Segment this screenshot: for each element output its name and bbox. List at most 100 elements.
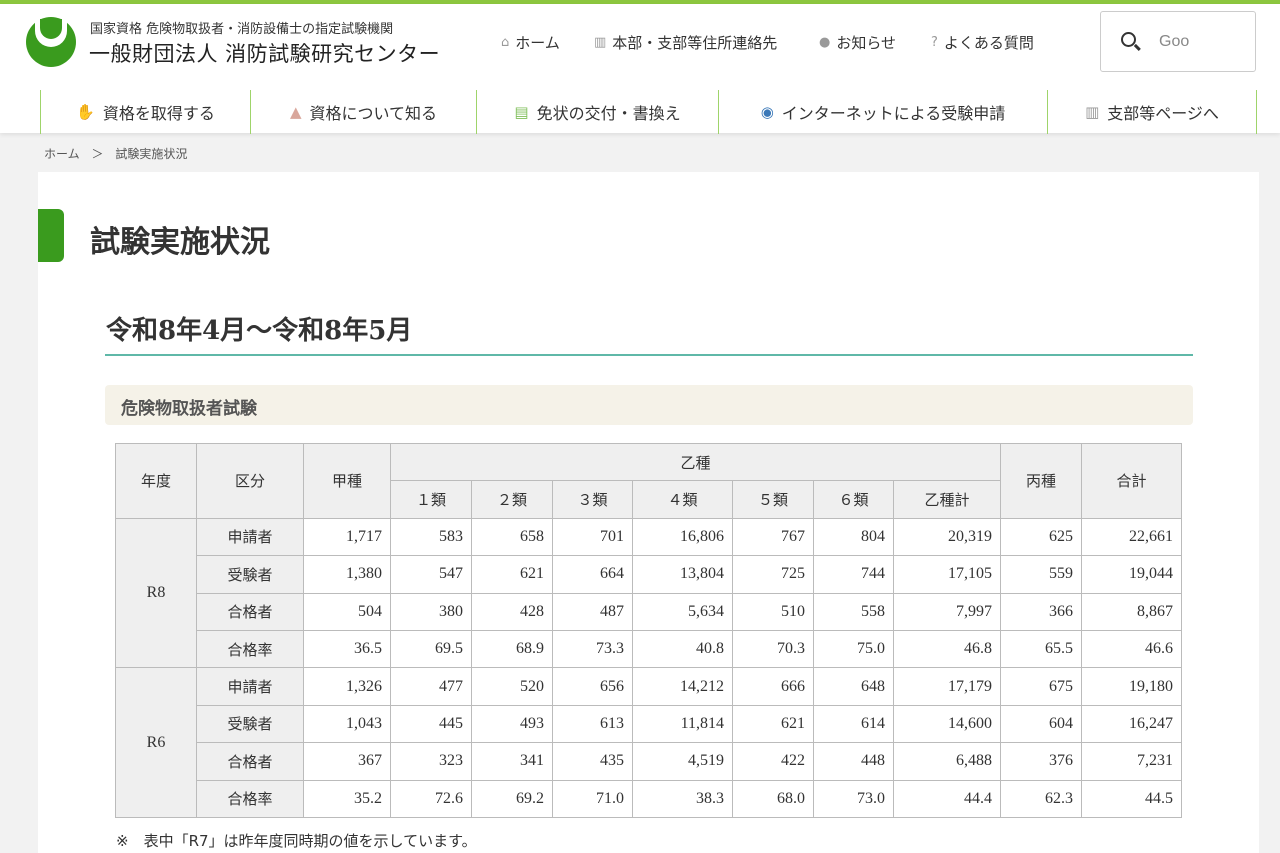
col-header-total: 合計 — [1081, 443, 1182, 519]
value-cell: 341 — [471, 742, 553, 781]
value-cell: 22,661 — [1081, 517, 1182, 557]
value-cell: 17,179 — [893, 667, 1001, 706]
table-row: 受験者 1,380 547 621 664 13,804 725 744 17,105 559 19… — [116, 555, 1182, 594]
gnav-item-license[interactable]: ▤ 免状の交付・書換え — [476, 90, 718, 134]
results-table: 年度 区分 甲種 乙種 丙種 合計 １類 ２類 ３類 ４類 ５類 ６類 乙種計 … — [115, 442, 1182, 818]
value-cell: 16,247 — [1081, 704, 1182, 744]
value-cell: 675 — [1000, 667, 1082, 706]
value-cell: 701 — [552, 517, 633, 557]
value-cell: 4,519 — [632, 742, 733, 781]
value-cell: 6,488 — [893, 742, 1001, 781]
col-header-otsu-2: ２類 — [471, 480, 553, 519]
value-cell: 5,634 — [632, 592, 733, 631]
table-row: R8 申請者 1,717 583 658 701 16,806 767 804 20,319 625… — [115, 517, 1182, 669]
value-cell: 70.3 — [732, 629, 814, 669]
gnav-item-acquire[interactable]: ✋ 資格を取得する — [40, 90, 250, 134]
table-row: 受験者 1,043 445 493 613 11,814 621 614 14,600 604 16… — [116, 704, 1182, 744]
people-icon: ▲ — [289, 103, 302, 121]
value-cell: 16,806 — [632, 517, 733, 557]
col-header-otsu-4: ４類 — [632, 480, 733, 519]
value-cell: 621 — [471, 555, 553, 594]
value-cell: 7,231 — [1081, 742, 1182, 781]
site-header: 国家資格 危険物取扱者・消防設備士の指定試験機関 一般財団法人 消防試験研究セン… — [0, 4, 1280, 134]
value-cell: 20,319 — [893, 517, 1001, 557]
logo-icon[interactable] — [26, 17, 76, 67]
breadcrumb-home[interactable]: ホーム — [44, 147, 80, 161]
value-cell: 725 — [732, 555, 814, 594]
value-cell: 380 — [390, 592, 472, 631]
value-cell: 69.5 — [390, 629, 472, 669]
value-cell: 658 — [471, 517, 553, 557]
gnav-item-about[interactable]: ▲ 資格について知る — [250, 90, 476, 134]
year-cell: R8 — [115, 517, 197, 669]
value-cell: 14,600 — [893, 704, 1001, 744]
home-icon: ⌂ — [501, 35, 510, 50]
divider — [105, 354, 1193, 356]
value-cell: 445 — [390, 704, 472, 744]
util-link-news[interactable]: ● お知らせ — [819, 32, 896, 53]
value-cell: 1,380 — [303, 555, 391, 594]
value-cell: 656 — [552, 667, 633, 706]
value-cell: 69.2 — [471, 779, 553, 818]
table-row: 合格率 36.5 69.5 68.9 73.3 40.8 70.3 75.0 46.8 65.5 4… — [116, 629, 1182, 669]
value-cell: 68.0 — [732, 779, 814, 818]
value-cell: 493 — [471, 704, 553, 744]
value-cell: 8,867 — [1081, 592, 1182, 631]
table-row: 合格者 367 323 341 435 4,519 422 448 6,488 376 7,231 — [116, 742, 1182, 781]
value-cell: 14,212 — [632, 667, 733, 706]
value-cell: 1,717 — [303, 517, 391, 557]
period-heading: 令和8年4月～令和8年5月 — [106, 316, 413, 346]
value-cell: 65.5 — [1000, 629, 1082, 669]
main-content: 試験実施状況 令和8年4月～令和8年5月 危険物取扱者試験 年度 区分 甲種 乙… — [38, 172, 1259, 853]
value-cell: 422 — [732, 742, 814, 781]
value-cell: 68.9 — [471, 629, 553, 669]
value-cell: 73.0 — [813, 779, 894, 818]
kubun-cell: 合格者 — [196, 742, 304, 781]
value-cell: 367 — [303, 742, 391, 781]
value-cell: 487 — [552, 592, 633, 631]
value-cell: 44.4 — [893, 779, 1001, 818]
gnav-item-branch[interactable]: ▥ 支部等ページへ — [1047, 90, 1257, 134]
value-cell: 520 — [471, 667, 553, 706]
search-icon[interactable] — [1121, 32, 1136, 47]
value-cell: 558 — [813, 592, 894, 631]
kubun-cell: 申請者 — [196, 667, 304, 706]
value-cell: 46.8 — [893, 629, 1001, 669]
org-name[interactable]: 一般財団法人 消防試験研究センター — [89, 38, 440, 68]
col-header-otsu-6: ６類 — [813, 480, 894, 519]
value-cell: 648 — [813, 667, 894, 706]
kubun-cell: 合格率 — [196, 779, 304, 818]
value-cell: 46.6 — [1081, 629, 1182, 669]
table-row: 合格率 35.2 72.6 69.2 71.0 38.3 68.0 73.0 44.4 62.3 4… — [116, 779, 1182, 818]
gnav-item-internet-apply[interactable]: ◉ インターネットによる受験申請 — [718, 90, 1047, 134]
util-link-address[interactable]: ▥ 本部・支部等住所連絡先 — [594, 32, 777, 53]
org-subtitle: 国家資格 危険物取扱者・消防設備士の指定試験機関 — [90, 22, 394, 37]
value-cell: 13,804 — [632, 555, 733, 594]
breadcrumb: ホーム ＞ 試験実施状況 — [44, 145, 195, 162]
table-note: ※ 表中「R7」は昨年度同時期の値を示しています。 — [116, 832, 477, 850]
value-cell: 72.6 — [390, 779, 472, 818]
section-header: 危険物取扱者試験 — [105, 385, 1193, 425]
value-cell: 7,997 — [893, 592, 1001, 631]
value-cell: 547 — [390, 555, 472, 594]
value-cell: 1,326 — [303, 667, 391, 706]
value-cell: 11,814 — [632, 704, 733, 744]
col-header-otsu-5: ５類 — [732, 480, 814, 519]
table-body: R8 申請者 1,717 583 658 701 16,806 767 804 20,319 625… — [115, 517, 1182, 818]
util-link-faq[interactable]: ? よくある質問 — [931, 32, 1034, 53]
value-cell: 44.5 — [1081, 779, 1182, 818]
value-cell: 40.8 — [632, 629, 733, 669]
breadcrumb-separator: ＞ — [91, 147, 104, 161]
util-link-home[interactable]: ⌂ ホーム — [501, 32, 560, 53]
value-cell: 621 — [732, 704, 814, 744]
value-cell: 36.5 — [303, 629, 391, 669]
value-cell: 448 — [813, 742, 894, 781]
globe-doc-icon: ◉ — [760, 103, 774, 121]
value-cell: 504 — [303, 592, 391, 631]
global-nav: ✋ 資格を取得する ▲ 資格について知る ▤ 免状の交付・書換え ◉ インターネ… — [40, 90, 1257, 134]
col-header-kubun: 区分 — [196, 443, 304, 519]
year-cell: R6 — [115, 667, 197, 818]
col-header-otsu: 乙種 — [390, 442, 1001, 482]
col-header-otsu-3: ３類 — [552, 480, 633, 519]
search-input[interactable] — [1159, 30, 1251, 54]
